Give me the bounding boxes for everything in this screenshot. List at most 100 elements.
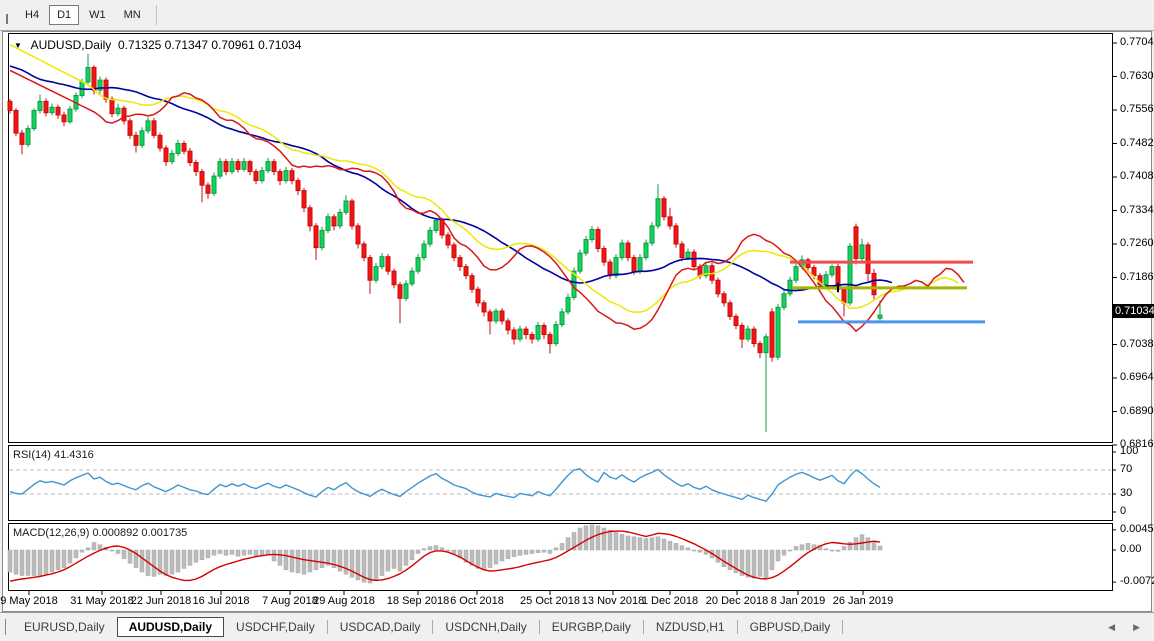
symbol-dropdown-icon[interactable]: ▼	[14, 41, 22, 50]
macd-histogram-bar	[650, 538, 654, 550]
candle-body	[278, 172, 282, 181]
candle-body	[380, 257, 384, 267]
macd-histogram-bar	[566, 538, 570, 550]
candle-body	[722, 294, 726, 303]
macd-histogram-bar	[122, 550, 126, 559]
macd-histogram-bar	[128, 550, 132, 563]
macd-histogram-bar	[674, 543, 678, 550]
scroll-tabs-left-icon[interactable]: ◀	[1108, 622, 1115, 633]
macd-histogram-bar	[776, 550, 780, 561]
candle-body	[332, 217, 336, 226]
candle-body	[44, 101, 48, 112]
candle-body	[86, 67, 90, 81]
macd-histogram-bar	[842, 546, 846, 550]
tab-usdchf-daily[interactable]: USDCHF,Daily	[224, 617, 327, 637]
macd-histogram-bar	[668, 541, 672, 550]
date-axis-label: 9 May 2018	[0, 595, 57, 607]
macd-histogram-bar	[164, 550, 168, 576]
candle-body	[140, 131, 144, 145]
candle-body	[314, 226, 318, 248]
macd-histogram-bar	[548, 550, 552, 554]
date-axis-label: 20 Dec 2018	[706, 595, 768, 607]
candle-body	[158, 135, 162, 148]
macd-histogram-bar	[188, 550, 192, 565]
tab-usdcnh-daily[interactable]: USDCNH,Daily	[433, 617, 538, 637]
slow-ma-line	[10, 66, 892, 291]
rsi-current-value: 41.4316	[54, 449, 94, 461]
scroll-tabs-right-icon[interactable]: ▶	[1133, 622, 1140, 633]
macd-histogram-bar	[638, 538, 642, 550]
macd-histogram-bar	[482, 550, 486, 570]
macd-histogram-bar	[116, 550, 120, 554]
candle-body	[614, 258, 618, 276]
macd-histogram-bar	[56, 550, 60, 570]
macd-histogram-bar	[500, 550, 504, 561]
macd-histogram-bar	[140, 550, 144, 572]
tab-clipped-edge[interactable]	[0, 619, 6, 635]
candle-body	[716, 280, 720, 294]
macd-histogram-bar	[752, 550, 756, 578]
rsi-axis-label: 70	[1120, 463, 1132, 475]
macd-histogram-bar	[74, 550, 78, 558]
candle-body	[362, 244, 366, 258]
candle-body	[68, 109, 72, 122]
candle-body	[488, 312, 492, 321]
tab-eurusd-daily[interactable]: EURUSD,Daily	[12, 617, 117, 637]
candle-body	[128, 121, 132, 135]
candle-body	[272, 162, 276, 172]
candle-body	[224, 162, 228, 172]
candle-body	[878, 315, 882, 318]
macd-histogram-bar	[758, 550, 762, 576]
candle-body	[260, 171, 264, 181]
candle-body	[416, 258, 420, 272]
date-axis-label: 26 Jan 2019	[833, 595, 894, 607]
macd-histogram-bar	[878, 546, 882, 550]
price-axis-label: 0.72600	[1120, 237, 1154, 249]
candle-body	[200, 172, 204, 186]
candle-body	[428, 230, 432, 244]
candle-body	[560, 312, 564, 325]
candle-body	[632, 258, 636, 272]
date-axis-label: 8 Jan 2019	[771, 595, 825, 607]
candle-body	[356, 226, 360, 244]
candle-body	[746, 329, 750, 339]
candle-body	[752, 329, 756, 343]
price-axis-label: 0.70380	[1120, 338, 1154, 350]
tab-eurgbp-daily[interactable]: EURGBP,Daily	[540, 617, 643, 637]
chart-canvas[interactable]	[0, 0, 1154, 640]
macd-histogram-bar	[218, 550, 222, 554]
macd-histogram-bar	[26, 550, 30, 576]
price-axis-label: 0.74820	[1120, 137, 1154, 149]
macd-histogram-bar	[728, 550, 732, 570]
candle-body	[344, 201, 348, 212]
candle-body	[20, 133, 24, 144]
date-axis-label: 1 Dec 2018	[642, 595, 698, 607]
tab-audusd-daily[interactable]: AUDUSD,Daily	[117, 617, 224, 637]
macd-histogram-bar	[224, 550, 228, 555]
rsi-name: RSI(14)	[13, 449, 51, 461]
tab-gbpusd-daily[interactable]: GBPUSD,Daily	[738, 617, 843, 637]
macd-histogram-bar	[404, 550, 408, 565]
macd-histogram-bar	[266, 550, 270, 554]
candle-body	[518, 329, 522, 339]
tab-nzdusd-h1[interactable]: NZDUSD,H1	[644, 617, 737, 637]
macd-histogram-bar	[848, 542, 852, 550]
candle-body	[326, 217, 330, 231]
candle-body	[8, 101, 12, 110]
tab-usdcad-daily[interactable]: USDCAD,Daily	[328, 617, 433, 637]
macd-histogram-bar	[374, 550, 378, 581]
macd-histogram-bar	[44, 550, 48, 574]
candle-body	[530, 335, 534, 340]
macd-histogram-bar	[212, 550, 216, 555]
macd-histogram-bar	[320, 550, 324, 568]
macd-histogram-bar	[494, 550, 498, 564]
candle-body	[134, 135, 138, 145]
candle-body	[248, 162, 252, 172]
rsi-indicator-label: RSI(14) 41.4316	[13, 449, 94, 461]
macd-histogram-bar	[14, 550, 18, 574]
date-axis-label: 25 Oct 2018	[520, 595, 580, 607]
candle-body	[404, 284, 408, 298]
candle-body	[650, 226, 654, 243]
macd-histogram-bar	[626, 536, 630, 550]
price-axis-label: 0.68900	[1120, 405, 1154, 417]
